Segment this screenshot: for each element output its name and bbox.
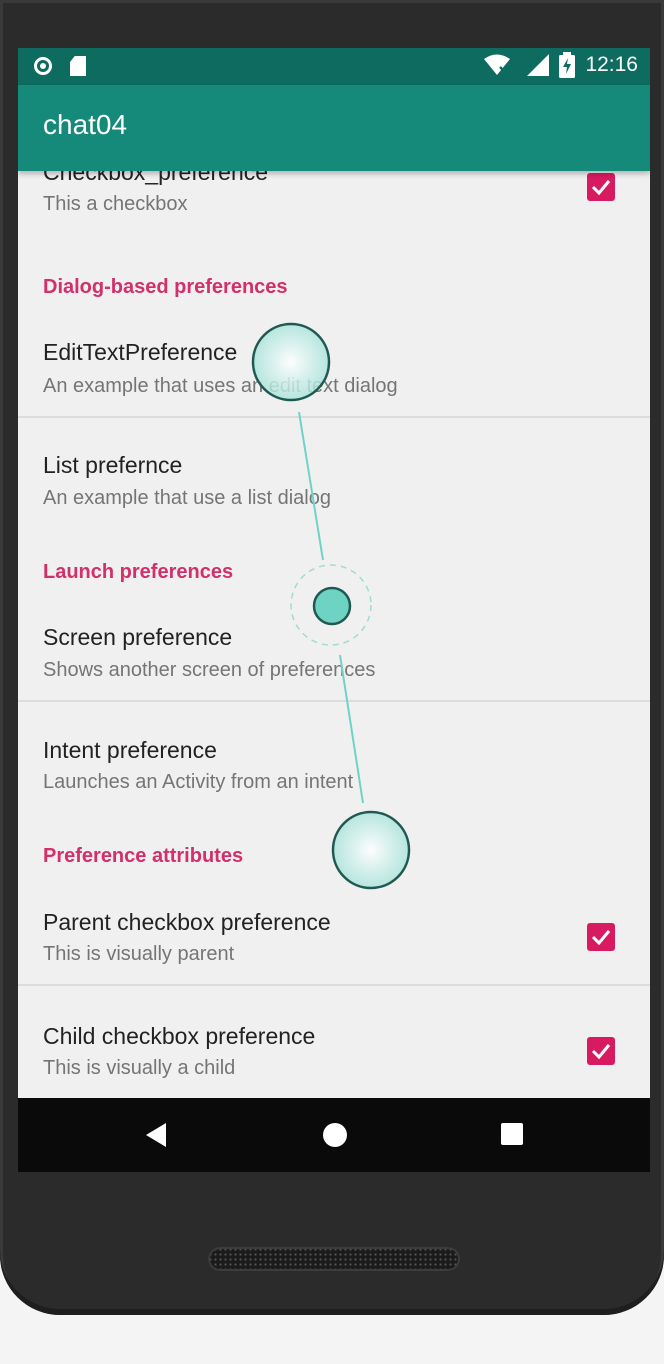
speaker-grille [208,1247,460,1271]
checkmark-icon [591,180,611,196]
preference-summary: This a checkbox [43,193,188,215]
checkbox[interactable] [587,173,615,201]
preference-summary: Shows another screen of preferences [43,659,376,681]
record-notification-icon [34,57,52,75]
recents-square-icon[interactable] [500,1122,524,1146]
screen: 12:16 chat04 Checkbox_preference This a … [18,48,650,1172]
preference-list[interactable]: Checkbox_preference This a checkbox Dial… [18,171,650,1098]
clock: 12:16 [585,53,638,76]
divider [18,984,650,986]
preference-title: Parent checkbox preference [43,909,331,935]
category-dialog-preferences: Dialog-based preferences [43,276,288,298]
checkmark-icon [591,1044,611,1060]
intent-preference-item[interactable]: Intent preference Launches an Activity f… [18,711,650,831]
category-launch-preferences: Launch preferences [43,561,234,583]
child-checkbox-preference-item[interactable]: Child checkbox preference This is visual… [18,995,650,1098]
preference-title: Screen preference [43,624,233,650]
preference-title: Child checkbox preference [43,1023,316,1049]
phone-frame: 12:16 chat04 Checkbox_preference This a … [0,0,664,1315]
checkmark-icon [591,930,611,946]
checkbox[interactable] [587,1037,615,1065]
home-circle-icon[interactable] [322,1122,348,1148]
checkbox[interactable] [587,923,615,951]
preference-summary: This is visually a child [43,1057,236,1079]
list-preference-item[interactable]: List prefernce An example that use a lis… [18,426,650,546]
preference-title: EditTextPreference [43,339,238,365]
signal-icon [527,54,550,76]
preference-summary: Launches an Activity from an intent [43,771,354,793]
preference-title: List prefernce [43,452,183,478]
divider [18,416,650,418]
sd-card-icon [70,56,86,76]
screen-preference-item[interactable]: Screen preference Shows another screen o… [18,596,650,701]
preference-summary: This is visually parent [43,943,235,965]
checkbox-preference-item[interactable]: Checkbox_preference This a checkbox [18,171,650,241]
parent-checkbox-preference-item[interactable]: Parent checkbox preference This is visua… [18,881,650,985]
status-bar: 12:16 [18,48,650,85]
preference-summary: An example that use a list dialog [43,487,331,509]
edit-text-preference-item[interactable]: EditTextPreference An example that uses … [18,311,650,416]
app-bar: chat04 [18,85,650,171]
preference-title: Intent preference [43,737,217,763]
divider [18,700,650,702]
category-preference-attributes: Preference attributes [43,845,244,867]
battery-charging-icon [559,52,576,78]
navigation-bar [18,1098,650,1172]
wifi-icon [484,54,511,76]
back-triangle-icon[interactable] [144,1122,168,1148]
preference-title: Checkbox_preference [43,171,269,185]
preference-summary: An example that uses an edit text dialog [43,375,398,397]
app-title: chat04 [43,109,128,140]
